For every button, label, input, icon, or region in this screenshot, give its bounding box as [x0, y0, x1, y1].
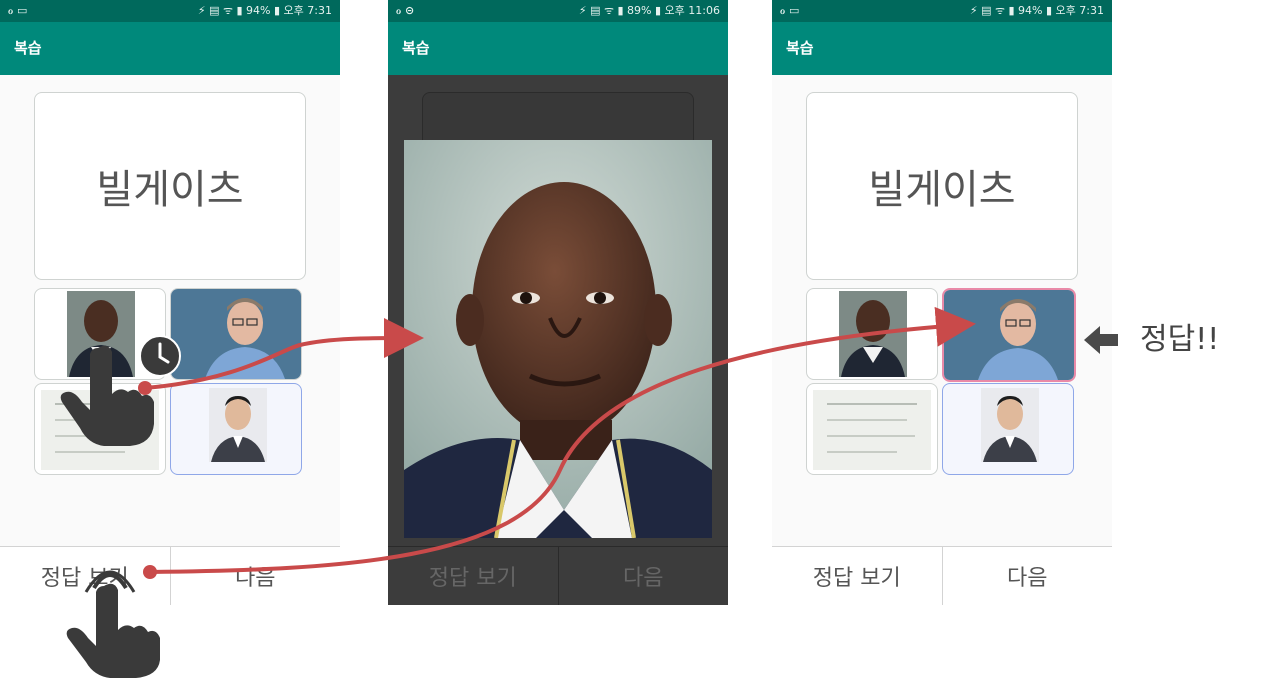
- app-title: 복습: [786, 39, 814, 57]
- option-photo-3[interactable]: [806, 383, 938, 475]
- answer-label: 정답!!: [1140, 322, 1220, 357]
- portrait-bald-man-large: [404, 140, 712, 538]
- option-photo-2[interactable]: [170, 288, 302, 380]
- status-left: ℴ ⊝: [396, 4, 415, 17]
- document-scan: [813, 390, 931, 470]
- portrait-id-photo: [209, 388, 267, 462]
- status-right: ⚡ ▤ ᯤ ▮ 94% ▮ 오후 7:31: [969, 4, 1104, 17]
- app-title: 복습: [14, 39, 42, 57]
- portrait-id-photo: [981, 388, 1039, 462]
- portrait-man-glasses: [944, 290, 1074, 380]
- next-button[interactable]: 다음: [942, 547, 1112, 605]
- enlarged-photo[interactable]: [404, 140, 712, 538]
- portrait-man-bald: [839, 291, 907, 377]
- app-title: 복습: [402, 39, 430, 57]
- hand-pointer-icon: [60, 345, 154, 446]
- status-right: ⚡ ▤ ᯤ ▮ 89% ▮ 오후 11:06: [578, 4, 720, 17]
- option-photo-2-correct[interactable]: [942, 288, 1076, 382]
- phone-screen-1: ℴ ▭ ⚡ ▤ ᯤ ▮ 94% ▮ 오후 7:31 복습 빌게이츠 정답 보기 …: [0, 0, 340, 605]
- word-card: 빌게이츠: [34, 92, 306, 280]
- portrait-man-glasses: [171, 289, 301, 379]
- next-button[interactable]: 다음: [558, 547, 728, 605]
- hand-tap-icon: [66, 570, 160, 678]
- bottom-bar: 정답 보기 다음: [772, 546, 1112, 605]
- status-bar: ℴ ▭ ⚡ ▤ ᯤ ▮ 94% ▮ 오후 7:31: [772, 0, 1112, 22]
- option-photo-1[interactable]: [806, 288, 938, 380]
- show-answer-button[interactable]: 정답 보기: [388, 547, 559, 605]
- status-bar: ℴ ▭ ⚡ ▤ ᯤ ▮ 94% ▮ 오후 7:31: [0, 0, 340, 22]
- phone-screen-2: ℴ ⊝ ⚡ ▤ ᯤ ▮ 89% ▮ 오후 11:06 복습 정답 보기 다음: [388, 0, 728, 605]
- app-bar: 복습: [0, 22, 340, 75]
- show-answer-button[interactable]: 정답 보기: [772, 547, 943, 605]
- status-left: ℴ ▭: [8, 4, 28, 17]
- left-arrow-icon: [1084, 326, 1118, 354]
- status-left: ℴ ▭: [780, 4, 800, 17]
- app-bar: 복습: [772, 22, 1112, 75]
- next-button[interactable]: 다음: [170, 547, 340, 605]
- status-bar: ℴ ⊝ ⚡ ▤ ᯤ ▮ 89% ▮ 오후 11:06: [388, 0, 728, 22]
- option-photo-4[interactable]: [942, 383, 1074, 475]
- bottom-bar: 정답 보기 다음: [388, 546, 728, 605]
- status-right: ⚡ ▤ ᯤ ▮ 94% ▮ 오후 7:31: [197, 4, 332, 17]
- phone-screen-3: ℴ ▭ ⚡ ▤ ᯤ ▮ 94% ▮ 오후 7:31 복습 빌게이츠 정답 보기 …: [772, 0, 1112, 605]
- word-card: 빌게이츠: [806, 92, 1078, 280]
- app-bar: 복습: [388, 22, 728, 75]
- option-photo-4[interactable]: [170, 383, 302, 475]
